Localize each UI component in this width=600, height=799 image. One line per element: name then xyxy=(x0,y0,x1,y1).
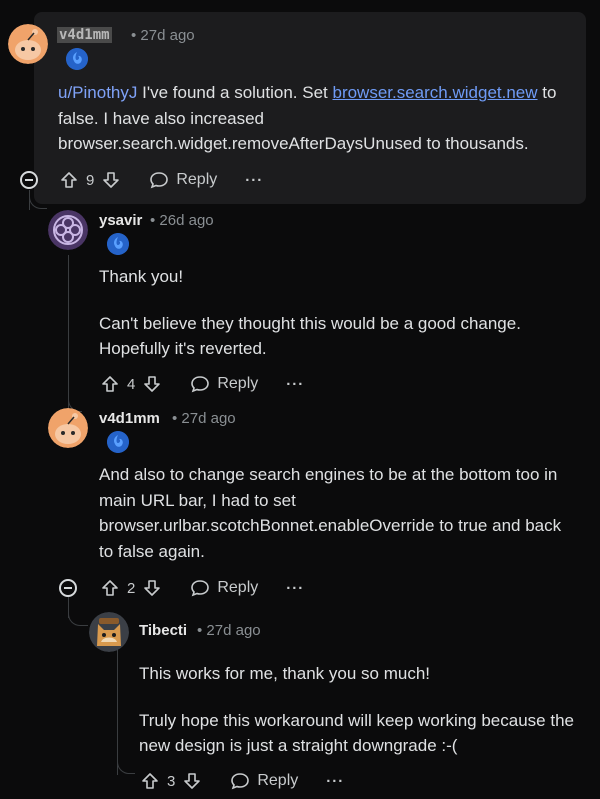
comment-body: Thank you! Can't believe they thought th… xyxy=(99,264,569,362)
comment-icon xyxy=(189,373,211,395)
snoo-avatar-icon[interactable] xyxy=(8,24,48,64)
reply-button[interactable]: Reply xyxy=(229,770,298,792)
downvote-icon[interactable] xyxy=(100,169,122,191)
firefox-flair-icon xyxy=(66,48,88,70)
celtic-knot-avatar-icon[interactable] xyxy=(48,210,88,250)
username[interactable]: v4d1mm xyxy=(99,410,160,427)
more-options-button[interactable]: ··· xyxy=(286,376,304,393)
upvote-icon[interactable] xyxy=(99,577,121,599)
more-options-button[interactable]: ··· xyxy=(326,773,344,790)
downvote-icon[interactable] xyxy=(141,373,163,395)
vote-count: 9 xyxy=(86,171,95,189)
collapse-icon[interactable] xyxy=(59,579,77,597)
downvote-icon[interactable] xyxy=(181,770,203,792)
vote-count: 4 xyxy=(127,375,136,393)
username[interactable]: v4d1mm xyxy=(57,27,112,43)
more-options-button[interactable]: ··· xyxy=(245,172,263,189)
more-options-button[interactable]: ··· xyxy=(286,580,304,597)
vote-count: 3 xyxy=(167,772,176,790)
firefox-flair-icon xyxy=(107,431,129,453)
comment-icon xyxy=(189,577,211,599)
snoo-avatar-icon[interactable] xyxy=(48,408,88,448)
reply-button[interactable]: Reply xyxy=(189,577,258,599)
thread-line xyxy=(117,645,118,775)
username[interactable]: Tibecti xyxy=(139,622,187,639)
comment-paragraph: And also to change search engines to be … xyxy=(99,465,562,561)
vote-count: 2 xyxy=(127,579,136,597)
reply-button[interactable]: Reply xyxy=(148,169,217,191)
timestamp[interactable]: • 26d ago xyxy=(150,212,214,229)
comment-actions: 9 Reply ··· xyxy=(58,166,263,194)
upvote-icon[interactable] xyxy=(58,169,80,191)
comment-body: u/PinothyJ I've found a solution. Set br… xyxy=(58,80,568,157)
firefox-flair-icon xyxy=(107,233,129,255)
timestamp[interactable]: • 27d ago xyxy=(197,622,261,639)
comment-body: And also to change search engines to be … xyxy=(99,462,579,564)
config-link[interactable]: browser.search.widget.new xyxy=(332,83,537,102)
comment-icon xyxy=(148,169,170,191)
comment-body: This works for me, thank you so much! Tr… xyxy=(139,661,584,759)
thread-line xyxy=(68,255,69,415)
thread-curve xyxy=(117,760,135,774)
comment-actions: 3 Reply ··· xyxy=(139,767,344,795)
comment-paragraph: This works for me, thank you so much! xyxy=(139,664,430,683)
upvote-icon[interactable] xyxy=(99,373,121,395)
comment-paragraph: Can't believe they thought this would be… xyxy=(99,313,521,359)
thread-curve xyxy=(68,596,88,626)
comment-icon xyxy=(229,770,251,792)
comment-actions: 4 Reply ··· xyxy=(99,370,304,398)
upvote-icon[interactable] xyxy=(139,770,161,792)
cat-avatar-icon[interactable] xyxy=(89,612,129,652)
timestamp[interactable]: • 27d ago xyxy=(172,410,236,427)
username[interactable]: ysavir xyxy=(99,212,142,229)
downvote-icon[interactable] xyxy=(141,577,163,599)
timestamp[interactable]: • 27d ago xyxy=(131,27,195,44)
comment-paragraph: Truly hope this workaround will keep wor… xyxy=(139,710,574,756)
user-mention-link[interactable]: u/PinothyJ xyxy=(58,83,137,102)
comment-paragraph: Thank you! xyxy=(99,267,184,286)
collapse-icon[interactable] xyxy=(20,171,38,189)
comment-text: I've found a solution. Set xyxy=(137,83,333,102)
reply-button[interactable]: Reply xyxy=(189,373,258,395)
comment-actions: 2 Reply ··· xyxy=(99,574,304,602)
